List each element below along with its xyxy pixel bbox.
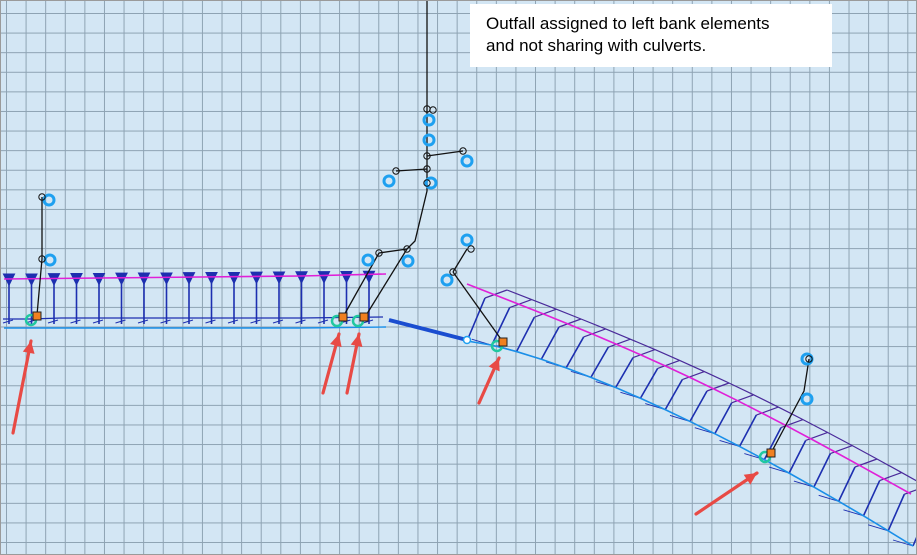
inlet-ring-icon [401, 254, 415, 268]
inlet-ring-icon [382, 174, 396, 188]
cross-section-line [639, 367, 659, 399]
red-arrow-icon [345, 332, 363, 395]
red-arrow-icon [477, 356, 501, 405]
model-canvas[interactable]: Outfall assigned to left bank elements a… [0, 0, 917, 555]
outfall-node-icon [338, 312, 348, 322]
cross-section-line [837, 466, 856, 502]
cross-section-line [714, 402, 733, 435]
inlet-ring-icon [440, 273, 454, 287]
cross-section-tick [92, 319, 104, 324]
cross-section-tick [272, 319, 284, 324]
cross-section-tick [250, 319, 261, 324]
red-arrow-shaft [11, 339, 33, 435]
pipe-line [378, 109, 428, 254]
cross-section-tick [2, 319, 14, 324]
annotation-text: Outfall assigned to left bank elements a… [486, 14, 770, 55]
cross-section-tick [227, 319, 239, 324]
outfall-node-icon [498, 337, 508, 347]
cross-section-cap [484, 289, 508, 299]
pipe-line [426, 150, 464, 157]
inlet-ring-icon [460, 154, 474, 168]
annotation-callout: Outfall assigned to left bank elements a… [470, 4, 832, 67]
cross-section-cap [558, 318, 582, 328]
outfall-node-icon [766, 448, 776, 458]
channel-node-icon [462, 335, 472, 345]
red-arrow-icon [321, 332, 342, 395]
inlet-ring-icon [800, 392, 814, 406]
junction-node-icon [429, 106, 437, 114]
right-bank-line [466, 283, 912, 495]
cross-section-line [912, 536, 916, 547]
cross-section-tick [205, 319, 216, 324]
cross-section-line [813, 453, 832, 488]
cross-section-line [664, 379, 684, 410]
inlet-ring-icon [361, 253, 375, 267]
pipe-line [452, 248, 468, 273]
inlet-ring-icon [800, 352, 814, 366]
cross-section-line [788, 440, 807, 474]
pipe-layer [36, 1, 810, 454]
junction-node-icon [467, 245, 475, 253]
inlet-ring-icon [43, 253, 57, 267]
red-arrow-icon [11, 339, 35, 435]
inlet-ring-icon [422, 113, 436, 127]
cross-section-tick [892, 539, 914, 547]
left-channel-bottom-line [4, 326, 387, 329]
cross-section-cap [830, 445, 853, 455]
cross-section-cap [509, 299, 532, 309]
cross-section-cap [534, 308, 557, 318]
red-arrow-head [350, 334, 363, 347]
pipe-line [395, 168, 428, 172]
cross-section-tick [182, 319, 194, 324]
outfall-node-icon [359, 312, 369, 322]
pointer-arrow-layer [11, 332, 759, 516]
cross-section-cap [854, 458, 878, 468]
cross-section-line [590, 346, 610, 378]
right-channel-bottom-line [466, 340, 914, 547]
pipe-line [364, 248, 408, 318]
cross-section-tick [47, 319, 59, 324]
drainage-network-drawing [2, 1, 916, 547]
cross-section-tick [70, 319, 81, 324]
cross-section-cap [805, 431, 828, 442]
inlet-ring-icon [460, 233, 474, 247]
cross-section-line [738, 414, 758, 447]
left-channel-inner-line [3, 316, 384, 320]
cross-section-tick [115, 319, 126, 324]
inlet-ring-icon [422, 133, 436, 147]
cross-section-cap [879, 471, 902, 482]
outfall-node-icon [32, 311, 42, 321]
cross-section-line [614, 357, 634, 388]
bank-line-layer [3, 273, 916, 547]
red-arrow-head [22, 341, 35, 354]
pipe-line [452, 271, 504, 343]
cross-section-line [515, 316, 536, 352]
cross-section-tick [137, 319, 149, 324]
cross-section-line [862, 480, 881, 517]
cross-section-line [565, 336, 585, 369]
cross-section-tick [317, 319, 329, 324]
cross-section-line [689, 390, 708, 422]
channel-link [388, 318, 468, 342]
cross-section-tick [160, 319, 171, 324]
cross-section-cap [780, 419, 804, 429]
cross-section-line [887, 493, 906, 532]
cross-section-tick [295, 319, 306, 324]
cross-section-line [540, 326, 560, 360]
left-bank-line [3, 273, 387, 280]
red-arrow-icon [694, 471, 759, 516]
cross-section-layer [2, 270, 916, 547]
